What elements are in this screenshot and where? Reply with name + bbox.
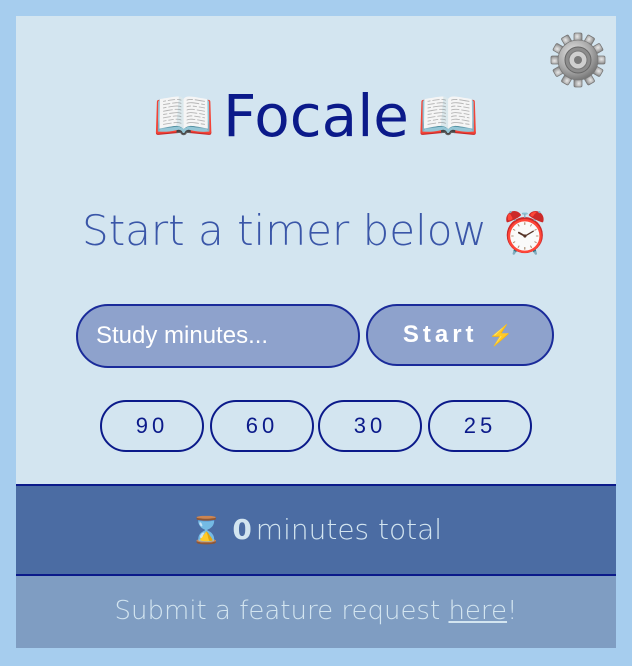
lightning-icon: ⚡ bbox=[488, 325, 518, 347]
total-minutes-suffix: minutes total bbox=[255, 513, 443, 546]
feature-request-bar: Submit a feature request here! bbox=[16, 576, 616, 648]
open-book-icon: 📖 bbox=[152, 86, 215, 145]
open-book-icon: 📖 bbox=[417, 86, 480, 145]
hourglass-icon: ⌛ bbox=[189, 516, 223, 546]
timer-subtitle: Start a timer below ⏰ bbox=[16, 196, 616, 269]
preset-button-30[interactable]: 30 bbox=[318, 400, 422, 452]
app-title: Focale bbox=[222, 81, 409, 150]
alarm-clock-icon: ⏰ bbox=[500, 210, 550, 257]
preset-button-25[interactable]: 25 bbox=[428, 400, 532, 452]
preset-button-90[interactable]: 90 bbox=[100, 400, 204, 452]
feature-request-link[interactable]: here bbox=[448, 596, 507, 626]
total-minutes-count: 0 bbox=[232, 513, 252, 546]
study-minutes-input[interactable] bbox=[76, 304, 360, 368]
feature-request-text: Submit a feature request bbox=[114, 596, 449, 626]
app-panel: 📖Focale📖 Start a timer below ⏰ Start ⚡ 9… bbox=[16, 16, 616, 648]
total-minutes-bar: ⌛ 0 minutes total bbox=[16, 484, 616, 576]
start-button-label: Start bbox=[402, 321, 478, 348]
feature-request-trailing: ! bbox=[507, 596, 518, 626]
subtitle-text: Start a timer below bbox=[82, 206, 487, 255]
app-title-row: 📖 Focale 📖 bbox=[16, 72, 616, 156]
preset-button-60[interactable]: 60 bbox=[210, 400, 314, 452]
start-button[interactable]: Start ⚡ bbox=[366, 304, 554, 366]
